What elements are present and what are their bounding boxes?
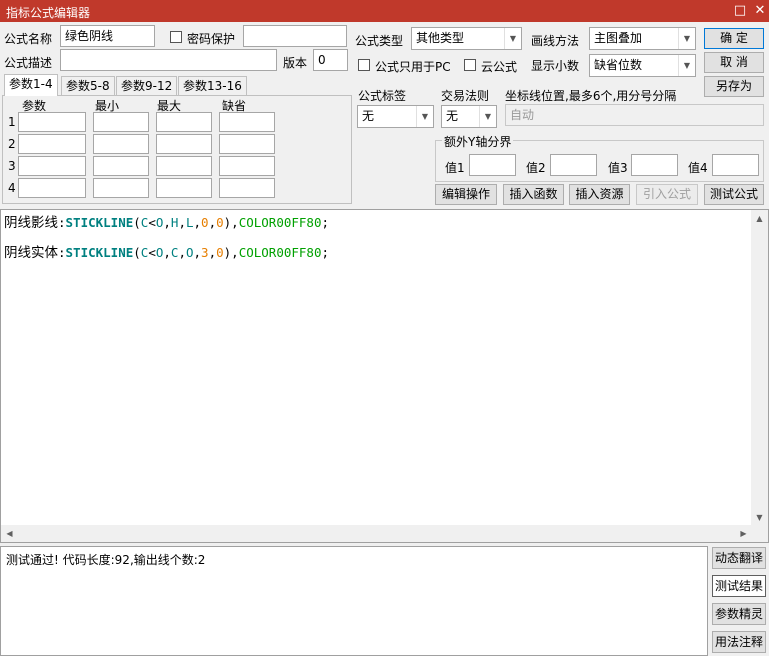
param-min-input[interactable] xyxy=(93,156,149,176)
pc-only-label: 公式只用于PC xyxy=(375,60,451,74)
decimals-select[interactable]: 缺省位数 ▼ xyxy=(589,54,696,77)
formula-type-label: 公式类型 xyxy=(355,34,404,48)
maximize-icon[interactable]: □ xyxy=(731,2,749,20)
param-max-input[interactable] xyxy=(156,134,212,154)
draw-method-label: 画线方法 xyxy=(531,34,580,48)
extra-y-axis-group: 额外Y轴分界 值1 值2 值3 值4 xyxy=(435,133,764,182)
output-text: 测试通过! 代码长度:92,输出线个数:2 xyxy=(6,553,206,567)
tab-params-5-8[interactable]: 参数5-8 xyxy=(61,76,115,96)
param-min-input[interactable] xyxy=(93,112,149,132)
y3-label: 值3 xyxy=(608,161,628,175)
usage-notes-button[interactable]: 用法注释 xyxy=(712,631,766,653)
formula-desc-label: 公式描述 xyxy=(4,56,53,70)
param-max-input[interactable] xyxy=(156,178,212,198)
scroll-right-icon[interactable]: ▶ xyxy=(735,529,752,538)
window-title: 指标公式编辑器 xyxy=(6,6,91,20)
chevron-down-icon: ▼ xyxy=(416,106,433,127)
formula-type-value: 其他类型 xyxy=(416,31,465,45)
scroll-left-icon[interactable]: ◀ xyxy=(1,529,18,538)
insert-function-button[interactable]: 插入函数 xyxy=(503,184,564,205)
param-wizard-button[interactable]: 参数精灵 xyxy=(712,603,766,625)
formula-tag-value: 无 xyxy=(362,109,375,123)
params-panel: 参数 最小 最大 缺省 1 2 3 4 xyxy=(2,95,352,204)
param-default-input[interactable] xyxy=(219,112,275,132)
extra-y-axis-title: 额外Y轴分界 xyxy=(442,133,514,150)
param-default-input[interactable] xyxy=(219,134,275,154)
trade-rule-select[interactable]: 无 ▼ xyxy=(441,105,497,128)
output-panel: 测试通过! 代码长度:92,输出线个数:2 xyxy=(0,546,708,656)
param-row-label: 4 xyxy=(8,181,16,195)
formula-name-label: 公式名称 xyxy=(4,32,53,46)
code-editor[interactable]: 阴线影线:STICKLINE(C<O,H,L,0,0),COLOR00FF80;… xyxy=(0,209,769,543)
code-line: 阴线实体:STICKLINE(C<O,C,O,3,0),COLOR00FF80; xyxy=(4,245,330,261)
param-max-input[interactable] xyxy=(156,112,212,132)
coord-line-label: 坐标线位置,最多6个,用分号分隔 xyxy=(505,89,677,103)
edit-operations-button[interactable]: 编辑操作 xyxy=(435,184,497,205)
horizontal-scrollbar[interactable]: ◀ ▶ xyxy=(1,525,752,542)
y1-label: 值1 xyxy=(445,161,465,175)
param-default-input[interactable] xyxy=(219,156,275,176)
param-row-label: 1 xyxy=(8,115,16,129)
decimals-label: 显示小数 xyxy=(531,59,580,73)
param-row-label: 3 xyxy=(8,159,16,173)
param-min-input[interactable] xyxy=(93,178,149,198)
param-max-input[interactable] xyxy=(156,156,212,176)
coord-line-input[interactable]: 自动 xyxy=(505,104,764,126)
title-bar: 指标公式编辑器 □ ✕ xyxy=(0,0,769,22)
test-result-button[interactable]: 测试结果 xyxy=(712,575,766,597)
close-icon[interactable]: ✕ xyxy=(751,2,769,20)
trade-rule-label: 交易法则 xyxy=(441,89,490,103)
trade-rule-value: 无 xyxy=(446,109,459,123)
scroll-up-icon[interactable]: ▲ xyxy=(751,214,768,223)
y4-label: 值4 xyxy=(688,161,708,175)
y2-input[interactable] xyxy=(550,154,597,176)
cloud-checkbox[interactable] xyxy=(464,59,476,71)
formula-tag-select[interactable]: 无 ▼ xyxy=(357,105,434,128)
vertical-scrollbar[interactable]: ▲ ▼ xyxy=(751,210,768,542)
y4-input[interactable] xyxy=(712,154,759,176)
y1-input[interactable] xyxy=(469,154,516,176)
y3-input[interactable] xyxy=(631,154,678,176)
chevron-down-icon: ▼ xyxy=(678,55,695,76)
draw-method-select[interactable]: 主图叠加 ▼ xyxy=(589,27,696,50)
y2-label: 值2 xyxy=(526,161,546,175)
formula-name-input[interactable]: 绿色阴线 xyxy=(60,25,155,47)
formula-desc-input[interactable] xyxy=(60,49,277,71)
insert-resource-button[interactable]: 插入资源 xyxy=(569,184,630,205)
scroll-down-icon[interactable]: ▼ xyxy=(751,513,768,522)
draw-method-value: 主图叠加 xyxy=(594,31,643,45)
version-input[interactable]: 0 xyxy=(313,49,348,71)
save-as-button[interactable]: 另存为 xyxy=(704,76,764,97)
password-input[interactable] xyxy=(243,25,347,47)
param-name-input[interactable] xyxy=(18,112,86,132)
formula-tag-label: 公式标签 xyxy=(358,89,407,103)
code-line: 阴线影线:STICKLINE(C<O,H,L,0,0),COLOR00FF80; xyxy=(4,215,330,231)
param-name-input[interactable] xyxy=(18,134,86,154)
password-label: 密码保护 xyxy=(187,32,236,46)
chevron-down-icon: ▼ xyxy=(479,106,496,127)
tab-params-13-16[interactable]: 参数13-16 xyxy=(178,76,247,96)
password-checkbox[interactable] xyxy=(170,31,182,43)
test-formula-button[interactable]: 测试公式 xyxy=(704,184,764,205)
formula-type-select[interactable]: 其他类型 ▼ xyxy=(411,27,522,50)
chevron-down-icon: ▼ xyxy=(678,28,695,49)
cancel-button[interactable]: 取 消 xyxy=(704,52,764,73)
param-row-label: 2 xyxy=(8,137,16,151)
param-name-input[interactable] xyxy=(18,178,86,198)
params-tabs: 参数1-4 参数5-8 参数9-12 参数13-16 参数 最小 最大 缺省 1… xyxy=(2,74,352,204)
dynamic-translate-button[interactable]: 动态翻译 xyxy=(712,547,766,569)
pc-only-checkbox[interactable] xyxy=(358,59,370,71)
ok-button[interactable]: 确 定 xyxy=(704,28,764,49)
tab-params-9-12[interactable]: 参数9-12 xyxy=(116,76,178,96)
version-label: 版本 xyxy=(283,56,308,70)
import-formula-button[interactable]: 引入公式 xyxy=(636,184,698,205)
cloud-label: 云公式 xyxy=(481,60,518,74)
chevron-down-icon: ▼ xyxy=(504,28,521,49)
param-default-input[interactable] xyxy=(219,178,275,198)
param-min-input[interactable] xyxy=(93,134,149,154)
decimals-value: 缺省位数 xyxy=(594,58,643,72)
param-name-input[interactable] xyxy=(18,156,86,176)
tab-params-1-4[interactable]: 参数1-4 xyxy=(4,74,58,96)
